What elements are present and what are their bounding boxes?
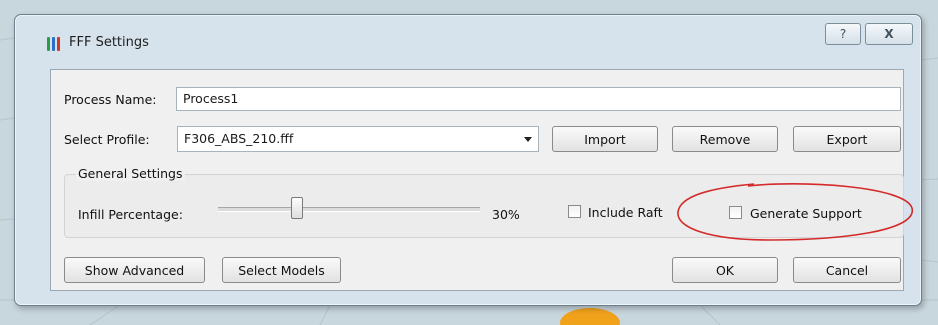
chevron-down-icon	[524, 137, 532, 142]
general-settings-title: General Settings	[76, 166, 185, 181]
import-button[interactable]: Import	[552, 126, 658, 152]
generate-support-checkbox[interactable]	[729, 206, 742, 219]
generate-support-label[interactable]: Generate Support	[750, 206, 862, 221]
process-name-label: Process Name:	[64, 92, 157, 107]
help-button[interactable]: ?	[825, 23, 861, 45]
select-models-button[interactable]: Select Models	[222, 257, 341, 283]
export-button[interactable]: Export	[793, 126, 901, 152]
select-profile-label: Select Profile:	[64, 132, 150, 147]
close-icon: X	[884, 27, 894, 41]
app-icon	[47, 37, 61, 51]
window-title: FFF Settings	[69, 35, 149, 50]
profile-selected-value: F306_ABS_210.fff	[184, 131, 294, 146]
include-raft-label[interactable]: Include Raft	[588, 205, 663, 220]
process-name-input[interactable]: Process1	[176, 87, 901, 111]
infill-slider-thumb[interactable]	[291, 197, 303, 219]
remove-button[interactable]: Remove	[672, 126, 778, 152]
infill-slider-track[interactable]	[218, 207, 480, 212]
help-icon: ?	[839, 27, 847, 41]
close-button[interactable]: X	[865, 23, 913, 45]
include-raft-checkbox[interactable]	[568, 205, 581, 218]
infill-percentage-label: Infill Percentage:	[78, 207, 183, 222]
ok-button[interactable]: OK	[672, 257, 778, 283]
show-advanced-button[interactable]: Show Advanced	[64, 257, 205, 283]
profile-select[interactable]: F306_ABS_210.fff	[177, 126, 539, 152]
infill-percentage-value: 30%	[492, 207, 520, 222]
cancel-button[interactable]: Cancel	[793, 257, 901, 283]
title-bar[interactable]: FFF Settings ? X	[15, 15, 921, 61]
